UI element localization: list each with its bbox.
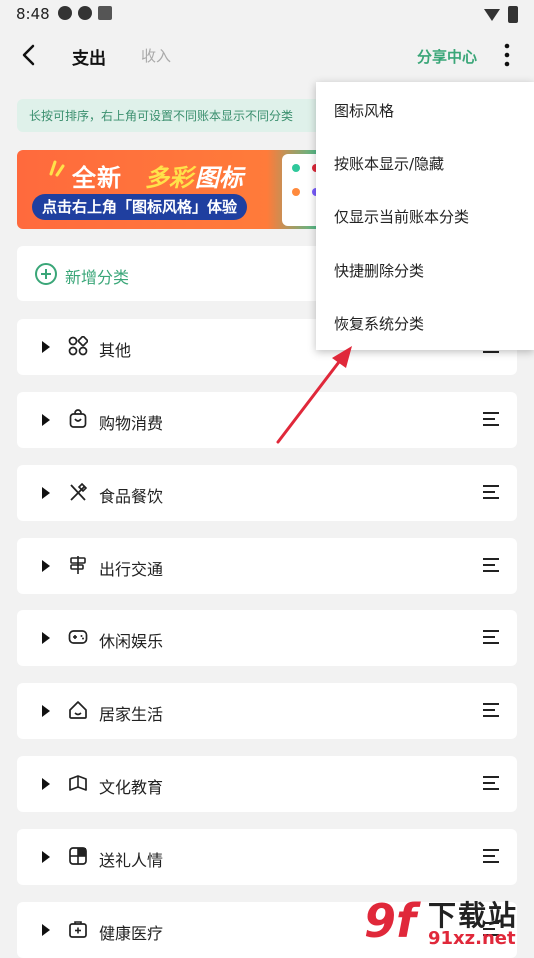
medical-kit-icon bbox=[69, 921, 87, 938]
gift-icon bbox=[69, 847, 87, 865]
add-category-label: 新增分类 bbox=[65, 268, 130, 287]
signpost-icon bbox=[70, 556, 86, 574]
shopping-bag-icon bbox=[69, 409, 87, 428]
annotation-arrow-icon bbox=[276, 346, 352, 444]
drag-handle-icon[interactable] bbox=[483, 412, 499, 426]
notification-icon bbox=[78, 6, 92, 20]
back-arrow-icon[interactable] bbox=[16, 40, 42, 70]
banner-title-colorful: 多彩 bbox=[145, 164, 193, 192]
watermark-url: 91xz.net bbox=[428, 928, 516, 949]
expand-triangle-icon[interactable] bbox=[42, 924, 50, 936]
banner-title-new: 全新 bbox=[72, 164, 122, 192]
tab-expense[interactable]: 支出 bbox=[72, 44, 106, 69]
expand-triangle-icon[interactable] bbox=[42, 632, 50, 644]
expand-triangle-icon[interactable] bbox=[42, 560, 50, 572]
menu-item-icon-style[interactable]: 图标风格 bbox=[334, 100, 394, 121]
category-row[interactable]: 食品餐饮 bbox=[17, 465, 517, 521]
category-label: 休闲娱乐 bbox=[99, 632, 164, 651]
sparkle-icon bbox=[49, 160, 65, 177]
drag-handle-icon[interactable] bbox=[483, 849, 499, 863]
drag-handle-icon[interactable] bbox=[483, 776, 499, 790]
category-label: 购物消费 bbox=[99, 414, 164, 433]
category-row[interactable]: 出行交通 bbox=[17, 538, 517, 594]
house-icon bbox=[69, 701, 87, 719]
category-row[interactable]: 休闲娱乐 bbox=[17, 610, 517, 666]
more-vert-icon[interactable] bbox=[500, 42, 514, 68]
expand-triangle-icon[interactable] bbox=[42, 341, 50, 353]
gamepad-icon bbox=[68, 630, 88, 644]
tab-income[interactable]: 收入 bbox=[141, 45, 171, 66]
expand-triangle-icon[interactable] bbox=[42, 414, 50, 426]
expand-triangle-icon[interactable] bbox=[42, 487, 50, 499]
book-icon bbox=[69, 775, 87, 791]
apps-icon bbox=[68, 336, 88, 356]
tip-text: 长按可排序，右上角可设置不同账本显示不同分类 bbox=[29, 109, 294, 123]
notification-icon bbox=[58, 6, 72, 20]
expand-triangle-icon[interactable] bbox=[42, 705, 50, 717]
category-row[interactable]: 居家生活 bbox=[17, 683, 517, 739]
category-label: 其他 bbox=[99, 341, 132, 360]
category-label: 食品餐饮 bbox=[99, 487, 164, 506]
fork-knife-icon bbox=[70, 482, 88, 501]
wifi-icon bbox=[484, 8, 500, 21]
menu-item-show-hide-by-book[interactable]: 按账本显示/隐藏 bbox=[334, 153, 444, 174]
status-bar: 8:48 bbox=[0, 0, 534, 28]
category-label: 送礼人情 bbox=[99, 851, 164, 870]
drag-handle-icon[interactable] bbox=[483, 703, 499, 717]
drag-handle-icon[interactable] bbox=[483, 558, 499, 572]
status-notification-icons bbox=[58, 6, 112, 20]
add-circle-icon bbox=[35, 263, 57, 285]
share-center-button[interactable]: 分享中心 bbox=[417, 46, 477, 67]
category-label: 健康医疗 bbox=[99, 924, 164, 943]
banner-title-icons: 图标 bbox=[195, 164, 243, 192]
category-label: 居家生活 bbox=[99, 705, 164, 724]
category-label: 文化教育 bbox=[99, 778, 164, 797]
menu-item-restore-system[interactable]: 恢复系统分类 bbox=[334, 313, 424, 334]
watermark-logo: 9f 下载站 91xz.net bbox=[364, 890, 534, 950]
drag-handle-icon[interactable] bbox=[483, 485, 499, 499]
expand-triangle-icon[interactable] bbox=[42, 778, 50, 790]
expand-triangle-icon[interactable] bbox=[42, 851, 50, 863]
category-label: 出行交通 bbox=[99, 560, 164, 579]
app-bar: 支出 收入 分享中心 bbox=[0, 28, 534, 82]
banner-subtitle: 点击右上角「图标风格」体验 bbox=[32, 194, 248, 220]
category-row[interactable]: 送礼人情 bbox=[17, 829, 517, 885]
menu-item-current-book-only[interactable]: 仅显示当前账本分类 bbox=[334, 206, 469, 227]
drag-handle-icon[interactable] bbox=[483, 630, 499, 644]
category-row[interactable]: 文化教育 bbox=[17, 756, 517, 812]
menu-item-quick-delete[interactable]: 快捷删除分类 bbox=[334, 260, 424, 281]
status-time: 8:48 bbox=[16, 5, 50, 23]
notification-icon bbox=[98, 6, 112, 20]
battery-icon bbox=[508, 6, 518, 23]
overflow-menu: 图标风格 按账本显示/隐藏 仅显示当前账本分类 快捷删除分类 恢复系统分类 bbox=[316, 82, 534, 350]
watermark-mark: 9f bbox=[364, 894, 417, 948]
category-row[interactable]: 购物消费 bbox=[17, 392, 517, 448]
